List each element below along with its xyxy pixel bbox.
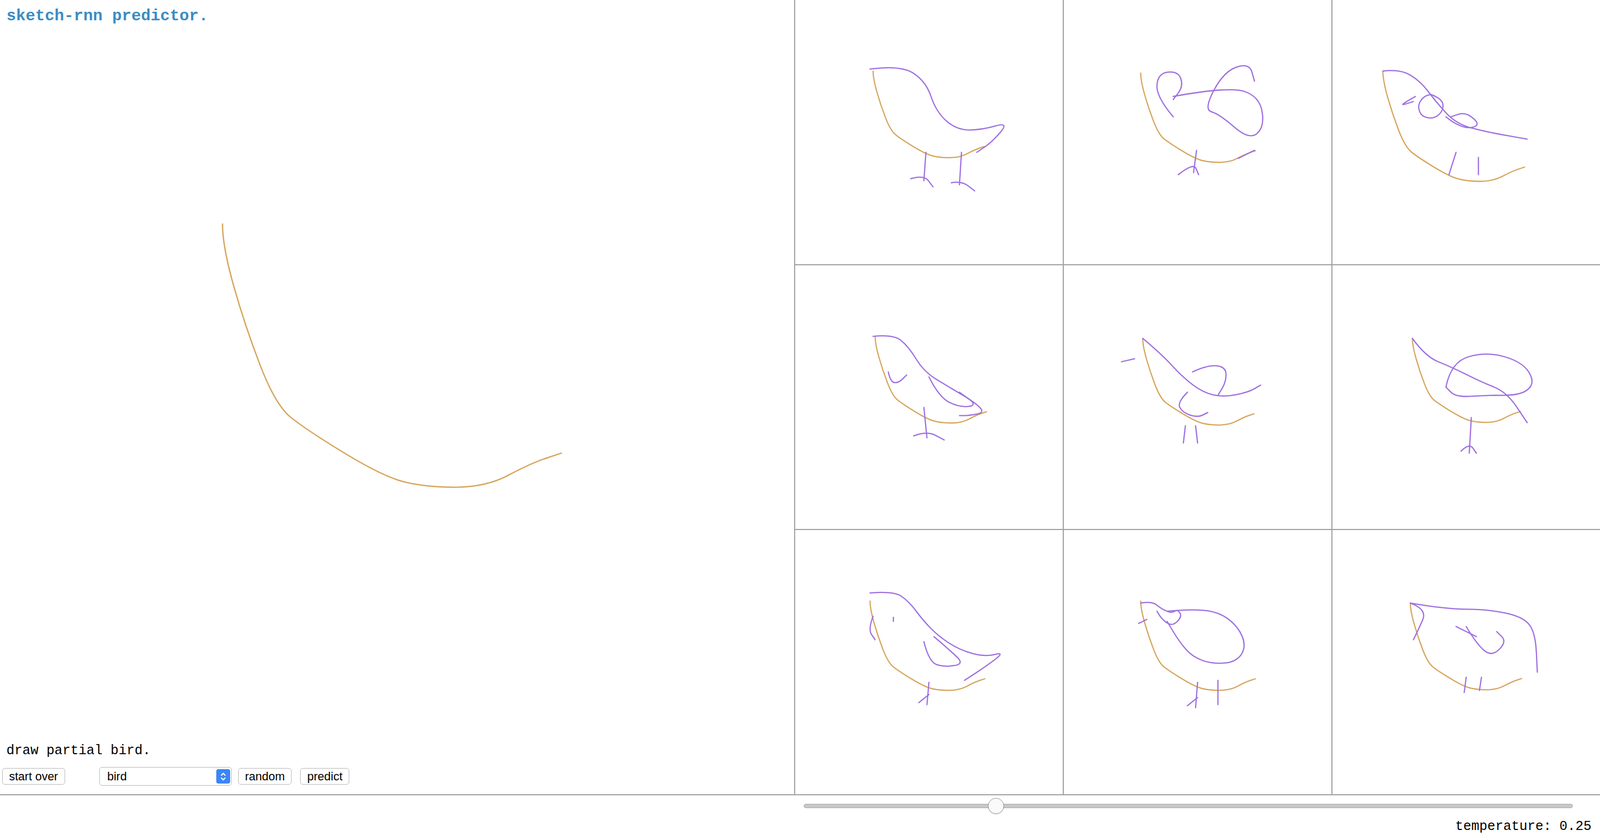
prediction-sketch	[795, 530, 1063, 795]
temperature-label: temperature: 0.25	[1455, 817, 1592, 838]
app-title: sketch-rnn predictor.	[0, 0, 795, 29]
app: sketch-rnn predictor. draw partial bird. s…	[0, 0, 1600, 838]
prediction-cell	[795, 265, 1063, 530]
controls-row: start over bird random predict	[2, 767, 795, 787]
prediction-sketch	[1063, 0, 1332, 265]
drawing-canvas[interactable]	[0, 0, 795, 795]
prediction-sketch	[1332, 0, 1600, 265]
prediction-sketch	[1063, 530, 1332, 795]
control-button[interactable]: predict	[300, 768, 350, 786]
prediction-cell	[1063, 265, 1332, 530]
drawing-panel: sketch-rnn predictor. draw partial bird. s…	[0, 0, 795, 795]
prediction-cell	[795, 0, 1063, 265]
bottom-bar: temperature: 0.25	[0, 795, 1600, 838]
main-area: sketch-rnn predictor. draw partial bird. s…	[0, 0, 1600, 796]
slider-track	[803, 804, 1573, 809]
prediction-cell	[1332, 0, 1600, 265]
control-button[interactable]: random	[238, 768, 293, 786]
prediction-sketch	[1332, 530, 1600, 795]
category-select[interactable]: bird	[99, 767, 232, 787]
prediction-sketch	[795, 0, 1063, 265]
prediction-sketch	[1063, 265, 1332, 530]
prediction-grid	[794, 0, 1600, 795]
chevron-icon	[216, 769, 231, 784]
slider-thumb[interactable]	[987, 798, 1005, 815]
prediction-cell	[1063, 0, 1332, 265]
prediction-cell	[1332, 265, 1600, 530]
prediction-cell	[1063, 530, 1332, 795]
controls-area: draw partial bird. start over bird random pr…	[0, 741, 795, 796]
prediction-sketch	[795, 265, 1063, 530]
prediction-cell	[1332, 530, 1600, 795]
control-button[interactable]: start over	[2, 768, 66, 786]
temperature-slider[interactable]	[803, 795, 1573, 818]
prediction-cell	[795, 530, 1063, 795]
prediction-sketch	[1332, 265, 1600, 530]
prompt-text: draw partial bird.	[2, 741, 795, 762]
